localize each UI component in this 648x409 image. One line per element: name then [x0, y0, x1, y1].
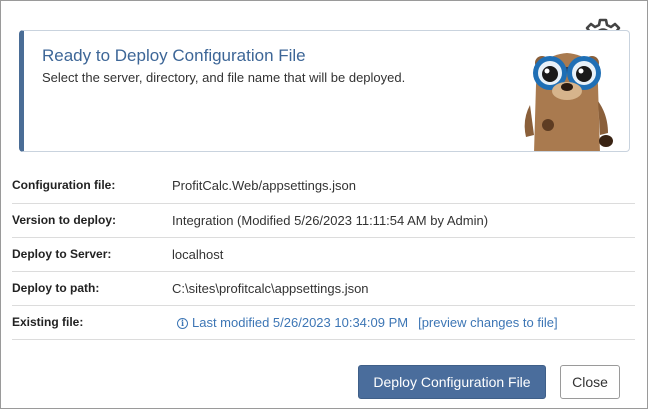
- deployment-details-table: Configuration file: ProfitCalc.Web/appse…: [12, 168, 635, 340]
- existing-file-value: i Last modified 5/26/2023 10:34:09 PM [pre…: [172, 305, 635, 340]
- otter-mascot-icon: [512, 45, 622, 151]
- detail-row-existing-file: Existing file: i Last modified 5/26/2023 …: [12, 305, 635, 340]
- server-value: localhost: [172, 237, 635, 272]
- version-label: Version to deploy:: [12, 203, 172, 238]
- preview-changes-link[interactable]: [preview changes to file]: [418, 315, 557, 330]
- configuration-file-label: Configuration file:: [12, 168, 172, 204]
- close-button[interactable]: Close: [560, 365, 620, 399]
- deploy-dialog: Ready to Deploy Configuration File Selec…: [0, 0, 648, 409]
- deploy-button[interactable]: Deploy Configuration File: [358, 365, 546, 399]
- detail-row-version: Version to deploy: Integration (Modified…: [12, 203, 635, 238]
- path-label: Deploy to path:: [12, 271, 172, 306]
- detail-row-server: Deploy to Server: localhost: [12, 237, 635, 272]
- configuration-file-value: ProfitCalc.Web/appsettings.json: [172, 168, 635, 204]
- server-label: Deploy to Server:: [12, 237, 172, 272]
- path-value: C:\sites\profitcalc\appsettings.json: [172, 271, 635, 306]
- existing-file-label: Existing file:: [12, 305, 172, 340]
- detail-row-path: Deploy to path: C:\sites\profitcalc\apps…: [12, 271, 635, 306]
- last-modified-link[interactable]: Last modified 5/26/2023 10:34:09 PM: [192, 315, 408, 330]
- banner-subtitle: Select the server, directory, and file n…: [42, 70, 406, 85]
- info-banner: Ready to Deploy Configuration File Selec…: [19, 30, 630, 152]
- detail-row-configuration-file: Configuration file: ProfitCalc.Web/appse…: [12, 168, 635, 204]
- version-value: Integration (Modified 5/26/2023 11:11:54…: [172, 203, 635, 238]
- info-icon: i: [177, 317, 188, 329]
- banner-title: Ready to Deploy Configuration File: [42, 46, 306, 65]
